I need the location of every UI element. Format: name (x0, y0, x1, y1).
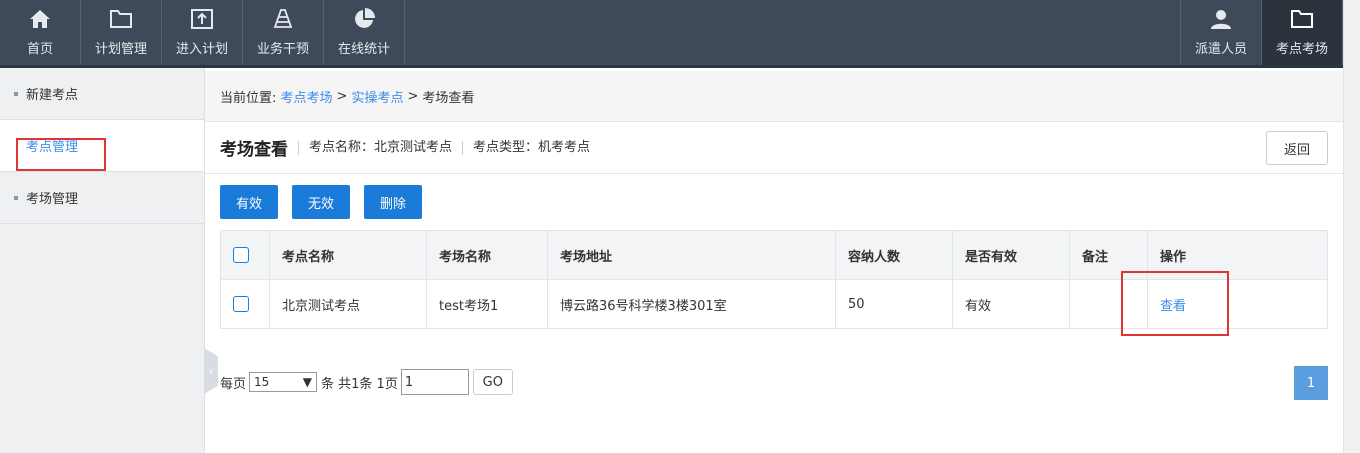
action-toolbar: 有效 无效 删除 (220, 185, 423, 219)
nav-spacer (405, 0, 1181, 65)
column-header: 考场地址 (547, 230, 836, 280)
mark-invalid-button[interactable]: 无效 (292, 185, 351, 219)
breadcrumb-separator: > (336, 88, 348, 104)
per-page-label: 每页 (220, 376, 247, 392)
column-header: 考场名称 (426, 230, 548, 280)
sidebar-item-room-management[interactable]: 考场管理 (0, 172, 204, 224)
cell-capacity: 50 (835, 279, 953, 329)
bullet-icon (14, 91, 18, 96)
page-title: 考场查看 (220, 140, 288, 160)
pagination-controls: 每页 15 ▼ 条 共1条 1页 1 GO (220, 369, 513, 395)
breadcrumb-separator: > (407, 88, 419, 104)
go-button[interactable]: GO (472, 369, 513, 395)
nav-item-label: 首页 (26, 42, 53, 57)
breadcrumb-prefix: 当前位置: (220, 90, 277, 106)
page-number-input[interactable]: 1 (400, 369, 469, 395)
nav-item-label: 考点考场 (1275, 42, 1328, 57)
breadcrumb: 当前位置: 考点考场 > 实操考点 > 考场查看 (205, 71, 1343, 122)
nav-item-exam-sites[interactable]: 考点考场 (1262, 0, 1343, 65)
bullet-icon (14, 195, 18, 200)
nav-item-label: 计划管理 (94, 42, 147, 57)
row-checkbox[interactable] (233, 296, 249, 312)
folder-icon (110, 10, 132, 28)
sidebar-item-label: 考场管理 (26, 192, 79, 207)
nav-item-online-stats[interactable]: 在线统计 (324, 0, 405, 65)
page-button-current[interactable]: 1 (1294, 366, 1328, 400)
page-header: 考场查看 考点名称：北京测试考点 考点类型：机考考点 返回 (205, 122, 1343, 174)
mark-valid-button[interactable]: 有效 (220, 185, 279, 219)
sidebar-collapse-handle[interactable]: ‹ (204, 348, 218, 394)
nav-item-label: 派遣人员 (1194, 42, 1247, 57)
row-select-cell (220, 279, 270, 329)
nav-item-label: 在线统计 (337, 42, 390, 57)
chevron-left-icon: ‹ (208, 364, 214, 378)
per-page-value: 15 (254, 375, 270, 389)
cell-valid: 有效 (952, 279, 1070, 329)
highlight-box-sidebar (16, 138, 106, 171)
select-all-checkbox[interactable] (233, 247, 249, 263)
sidebar-item-label: 新建考点 (26, 88, 79, 103)
breadcrumb-link-practical-sites[interactable]: 实操考点 (351, 87, 403, 106)
nav-item-home[interactable]: 首页 (0, 0, 81, 65)
column-header: 考点名称 (269, 230, 427, 280)
column-header: 容纳人数 (835, 230, 953, 280)
site-type-label: 考点类型：机考考点 (462, 140, 590, 155)
site-name-label: 考点名称：北京测试考点 (298, 140, 452, 155)
nav-item-business-intervention[interactable]: 业务干预 (243, 0, 324, 65)
home-icon (30, 10, 50, 28)
back-button[interactable]: 返回 (1266, 131, 1328, 165)
per-page-select[interactable]: 15 ▼ (249, 372, 318, 392)
nav-item-dispatch-staff[interactable]: 派遣人员 (1181, 0, 1262, 65)
delete-button[interactable]: 删除 (364, 185, 423, 219)
folder-icon (1291, 10, 1313, 28)
nav-item-label: 业务干预 (256, 42, 309, 57)
pagination-summary: 条 共1条 1页 (321, 376, 398, 392)
sidebar: 新建考点 考点管理 考场管理 (0, 68, 205, 453)
column-header: 是否有效 (952, 230, 1070, 280)
cell-site-name: 北京测试考点 (269, 279, 427, 329)
pie-chart-icon (355, 8, 375, 28)
sidebar-item-new-site[interactable]: 新建考点 (0, 68, 204, 120)
vertical-scrollbar[interactable] (1343, 0, 1360, 453)
nav-item-enter-plan[interactable]: 进入计划 (162, 0, 243, 65)
highlight-box-view-link (1121, 271, 1229, 336)
cell-address: 博云路36号科学楼3楼301室 (547, 279, 836, 329)
select-all-cell (220, 230, 270, 280)
top-nav: 首页 计划管理 进入计划 业务干预 在线统计 派遣人员 考点考场 (0, 0, 1343, 68)
user-icon (1211, 10, 1231, 29)
cell-room-name: test考场1 (426, 279, 548, 329)
cone-icon (273, 9, 293, 28)
upload-icon (191, 9, 213, 29)
caret-down-icon: ▼ (302, 375, 313, 389)
breadcrumb-link-exam-sites[interactable]: 考点考场 (281, 87, 333, 106)
nav-item-plan-management[interactable]: 计划管理 (81, 0, 162, 65)
breadcrumb-current: 考场查看 (422, 90, 475, 106)
nav-item-label: 进入计划 (175, 42, 228, 57)
